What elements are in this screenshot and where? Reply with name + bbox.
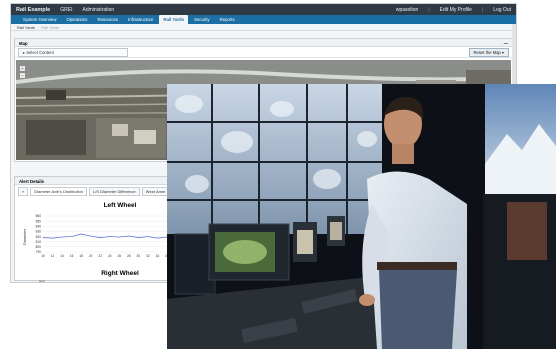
- tab-diameter-axle-distribution[interactable]: Diameter Axle's Distribution: [30, 187, 88, 196]
- x-tick-label: 32: [146, 254, 150, 258]
- map-zoom-controls: + −: [20, 66, 25, 78]
- subnav-item-rail-yards-2[interactable]: Rail Yards: [41, 25, 59, 30]
- chart-y-label: Diameter: [22, 228, 27, 245]
- map-toolbar: ▸ Select Content Reset the Map ▾: [15, 47, 512, 58]
- tab-resources[interactable]: Resources: [93, 15, 122, 24]
- zoom-out-button[interactable]: −: [20, 73, 25, 78]
- x-tick-label: 26: [117, 254, 121, 258]
- series-line: [42, 233, 187, 239]
- x-tick-label: 12: [51, 254, 55, 258]
- main-nav: System Overview Operations Resources Inf…: [11, 15, 516, 24]
- left-wheel-chart: Diameter 860850840830820810800790 10 12 14…: [22, 214, 188, 258]
- video-wall: [167, 84, 382, 234]
- lower-chart-tick: 860: [39, 280, 45, 283]
- map-panel-header: Map —: [15, 39, 512, 47]
- x-tick-label: 28: [127, 254, 131, 258]
- y-tick-label: 800: [36, 245, 42, 249]
- user-link-username[interactable]: wpaselton: [396, 7, 419, 13]
- tab-security[interactable]: Security: [190, 15, 214, 24]
- subnav-item-rail-yards[interactable]: Rail Yards: [17, 25, 35, 30]
- user-link-log-out[interactable]: Log Out: [493, 7, 511, 13]
- x-tick-label: 22: [98, 254, 102, 258]
- x-tick-label: 30: [137, 254, 141, 258]
- mountain-poster: [485, 84, 556, 194]
- x-tick-label: 24: [108, 254, 112, 258]
- control-room-photo: [167, 84, 556, 349]
- y-tick-label: 820: [36, 235, 42, 239]
- tab-ls-diameter-difference[interactable]: L/S Diameter Difference: [89, 187, 140, 196]
- tab-rail-yards[interactable]: Rail Yards: [159, 15, 189, 24]
- y-tick-label: 850: [36, 219, 42, 223]
- user-link-edit-profile[interactable]: Edit My Profile: [440, 7, 472, 13]
- top-link-grei[interactable]: GREI: [60, 7, 72, 13]
- x-tick-label: 10: [41, 254, 45, 258]
- alert-panel-title: Alert Details: [19, 179, 45, 184]
- tab-operations[interactable]: Operations: [62, 15, 91, 24]
- y-tick-label: 860: [36, 214, 42, 218]
- x-tick-label: 34: [156, 254, 160, 258]
- tab-reports[interactable]: Reports: [216, 15, 239, 24]
- top-bar: Rail Example GREI Administration wpaselt…: [11, 4, 516, 15]
- tab-infrastructure[interactable]: Infrastructure: [124, 15, 157, 24]
- x-tick-label: 14: [60, 254, 64, 258]
- x-tick-label: 18: [79, 254, 83, 258]
- tab-wear[interactable]: Wear Amm: [141, 187, 170, 196]
- tab-scroll-left[interactable]: «: [18, 187, 29, 196]
- x-tick-label: 20: [89, 254, 93, 258]
- y-tick-label: 840: [36, 224, 42, 228]
- map-panel-title: Map: [19, 41, 28, 46]
- select-content-button[interactable]: ▸ Select Content: [18, 47, 128, 57]
- x-tick-label: 16: [70, 254, 74, 258]
- zoom-in-button[interactable]: +: [20, 66, 25, 71]
- top-link-administration[interactable]: Administration: [82, 7, 114, 13]
- reset-map-button[interactable]: Reset the Map ▾: [468, 47, 509, 57]
- control-room-image: [167, 84, 556, 349]
- sub-nav: Rail Yards Rail Yards: [11, 24, 516, 31]
- y-tick-label: 830: [36, 230, 42, 234]
- tab-system-overview[interactable]: System Overview: [19, 15, 60, 24]
- collapse-icon[interactable]: —: [504, 41, 508, 46]
- app-brand: Rail Example: [16, 6, 51, 13]
- y-tick-label: 810: [36, 240, 42, 244]
